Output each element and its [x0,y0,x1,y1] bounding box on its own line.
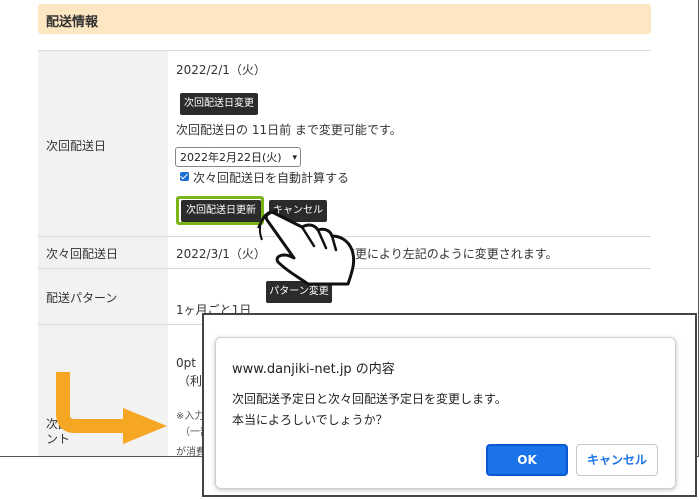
dialog-message-line1: 次回配送予定日と次々回配送予定日を変更します。 [232,392,507,406]
points-value-sub: （利 [178,374,203,388]
current-delivery-date: 2022/2/1（火） [176,63,266,77]
next-next-delivery-note: 変更により左記のように変更されます。 [343,247,558,261]
row-label-next-next-delivery: 次々回配送日 [46,247,119,261]
points-note-1: ※入力 [176,411,205,422]
row-header: 次回配送日 [38,51,168,237]
browser-top-bar [204,315,695,333]
curved-arrow-icon [56,372,167,444]
row-label-delivery-pattern: 配送パターン [46,291,118,305]
change-deadline-note: 次回配送日の 11日前 まで変更可能です。 [176,123,402,137]
delivery-date-select[interactable]: 2022年2月22日(火) ▾ [175,147,301,167]
ok-button[interactable]: OK [486,444,568,476]
change-delivery-date-button[interactable]: 次回配送日変更 [180,93,258,115]
dialog-message-line2: 本当によろしいでしょうか？ [232,413,388,427]
dialog-cancel-button[interactable]: キャンセル [576,444,658,476]
hand-pointer-icon [257,209,356,286]
auto-calc-checkbox[interactable] [180,172,189,181]
dialog-origin: www.danjiki-net.jp の内容 [232,362,395,377]
points-value: 0pt [176,356,196,370]
section-header: 配送情報 [38,4,651,34]
row-label-next-delivery: 次回配送日 [46,139,107,153]
row-header: 次々回配送日 [38,237,168,269]
row-header: 配送パターン [38,269,168,325]
confirm-dialog: www.danjiki-net.jp の内容 次回配送予定日と次々回配送予定日を… [215,337,676,489]
section-title: 配送情報 [46,15,99,30]
chevron-down-icon: ▾ [292,153,297,163]
delivery-date-select-value: 2022年2月22日(火) [180,151,282,164]
auto-calc-label: 次々回配送日を自動計算する [193,171,350,185]
